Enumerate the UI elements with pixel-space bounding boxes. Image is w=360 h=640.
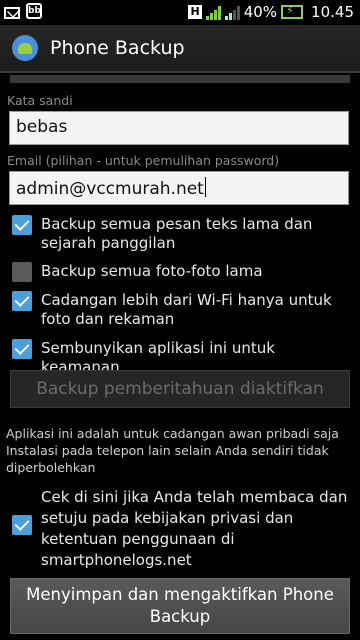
- agree-label: Cek di sini jika Anda telah membaca dan …: [41, 488, 348, 569]
- email-field[interactable]: admin@vccmurah.net: [9, 171, 349, 205]
- scroll-edge-divider: [10, 75, 350, 83]
- status-bar: bb H 40% 10.45: [0, 0, 360, 25]
- option-label: Cadangan lebih dari Wi-Fi hanya untuk fo…: [41, 291, 332, 328]
- signal-icon: [205, 4, 221, 20]
- clock: 10.45: [311, 3, 354, 21]
- status-icons-left: bb: [4, 3, 42, 19]
- app-title: Phone Backup: [50, 37, 185, 59]
- signal-icon-secondary: [224, 4, 240, 20]
- save-activate-button[interactable]: Menyimpan dan mengaktifkan Phone Backup: [10, 578, 350, 634]
- option-label: Backup semua foto-foto lama: [41, 262, 263, 280]
- checkbox-checked-icon[interactable]: [12, 215, 32, 235]
- battery-charging-icon: [281, 4, 304, 19]
- checkbox-checked-icon[interactable]: [12, 339, 32, 359]
- mail-icon: [4, 7, 20, 19]
- option-label: Backup semua pesan teks lama dan sejarah…: [41, 215, 313, 252]
- battery-percent: 40%: [243, 3, 278, 21]
- option-backup-sms[interactable]: Backup semua pesan teks lama dan sejarah…: [12, 215, 352, 253]
- agree-privacy-option[interactable]: Cek di sini jika Anda telah membaca dan …: [12, 487, 352, 571]
- checkbox-unchecked-icon[interactable]: [12, 262, 32, 282]
- disclaimer-text: Aplikasi ini adalah untuk cadangan awan …: [6, 426, 339, 475]
- notify-backup-button[interactable]: Backup pemberitahuan diaktifkan: [10, 370, 350, 408]
- android-icon[interactable]: [12, 35, 38, 61]
- password-field[interactable]: bebas: [9, 111, 349, 145]
- email-value: admin@vccmurah.net: [16, 179, 204, 199]
- option-wifi-only[interactable]: Cadangan lebih dari Wi-Fi hanya untuk fo…: [12, 291, 352, 329]
- email-label: Email (pilihan - untuk pemulihan passwor…: [7, 153, 280, 168]
- status-icons-right: H 40% 10.45: [188, 3, 354, 21]
- option-backup-photos[interactable]: Backup semua foto-foto lama: [12, 262, 352, 282]
- password-label: Kata sandi: [7, 93, 73, 108]
- bbm-icon: bb: [26, 3, 42, 19]
- text-cursor: [204, 177, 206, 197]
- checkbox-checked-icon[interactable]: [12, 515, 32, 535]
- action-bar: Phone Backup: [0, 25, 360, 73]
- checkbox-checked-icon[interactable]: [12, 291, 32, 311]
- network-type-indicator: H: [188, 5, 202, 19]
